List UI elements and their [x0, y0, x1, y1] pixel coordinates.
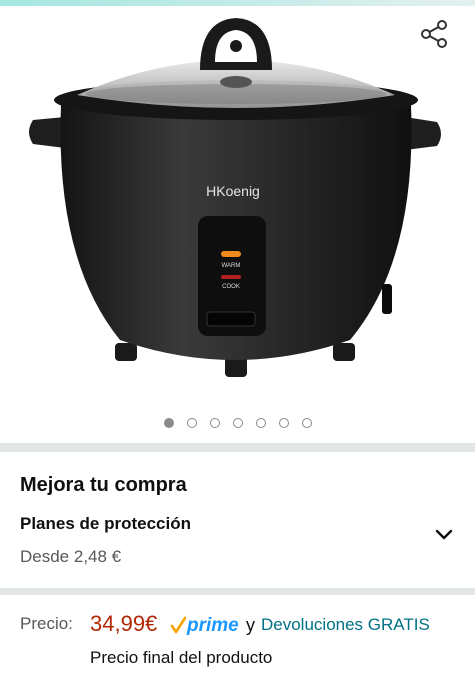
- price-label: Precio:: [20, 614, 73, 633]
- warm-led: [221, 251, 241, 257]
- section-divider: [0, 588, 475, 595]
- protection-plans-price: Desde 2,48 €: [20, 547, 122, 566]
- svg-text:prime: prime: [186, 615, 239, 636]
- price-row: Precio: 34,99€ prime y Devoluciones GRAT…: [20, 611, 470, 641]
- brand-logo: HKoenig: [206, 183, 260, 199]
- prime-logo-icon: prime: [170, 615, 239, 636]
- foot-left: [115, 343, 137, 361]
- final-price-note: Precio final del producto: [90, 648, 273, 667]
- foot-right: [333, 343, 355, 361]
- handle-left: [29, 117, 65, 148]
- carousel-dot[interactable]: [278, 418, 289, 428]
- power-socket: [382, 284, 392, 314]
- upgrade-section-title: Mejora tu compra: [20, 474, 187, 496]
- carousel-dot[interactable]: [163, 418, 174, 428]
- cook-switch: [206, 311, 256, 327]
- carousel-dot[interactable]: [209, 418, 220, 428]
- carousel-dot[interactable]: [232, 418, 243, 428]
- protection-plans-title[interactable]: Planes de protección: [20, 514, 191, 534]
- carousel-pagination: [0, 418, 475, 434]
- section-divider: [0, 443, 475, 452]
- chevron-down-icon[interactable]: [430, 521, 458, 549]
- carousel-dot[interactable]: [186, 418, 197, 428]
- product-image[interactable]: HKoenig WARM COOK: [25, 10, 450, 390]
- warm-label: WARM: [222, 263, 241, 269]
- cook-label: COOK: [222, 284, 240, 290]
- conjunction-text: y: [246, 615, 255, 635]
- carousel-dot[interactable]: [301, 418, 312, 428]
- top-color-strip: [0, 0, 475, 6]
- free-returns-link[interactable]: Devoluciones GRATIS: [261, 615, 430, 635]
- price-value: 34,99€: [90, 611, 158, 636]
- cook-led: [221, 275, 241, 279]
- carousel-dot[interactable]: [255, 418, 266, 428]
